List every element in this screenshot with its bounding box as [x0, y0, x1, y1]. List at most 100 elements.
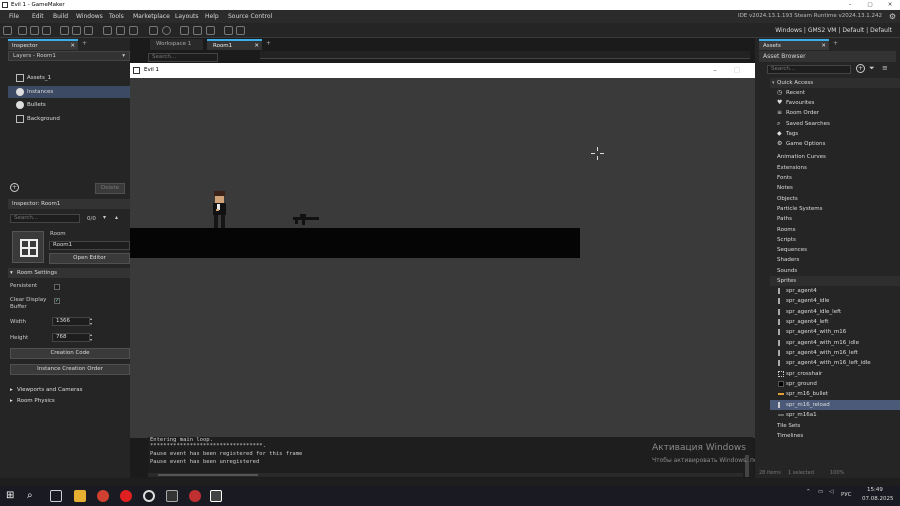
- quick-favourites[interactable]: ♥ Favourites: [770, 98, 900, 108]
- debug-icon[interactable]: [84, 26, 93, 35]
- menu-build[interactable]: Build: [53, 13, 68, 20]
- room-search-input[interactable]: Search...: [148, 53, 218, 62]
- package-icon[interactable]: [60, 26, 69, 35]
- run-icon[interactable]: [103, 26, 112, 35]
- minimize-button[interactable]: –: [840, 0, 860, 10]
- group-sequences[interactable]: Sequences: [770, 245, 900, 255]
- keyboard-language[interactable]: РУС: [841, 492, 852, 498]
- task-view-icon[interactable]: [50, 490, 62, 502]
- menu-help[interactable]: Help: [205, 13, 219, 20]
- group-objects[interactable]: Objects: [770, 194, 900, 204]
- tab-room1[interactable]: Room1 ✕: [207, 39, 262, 50]
- sprite-item[interactable]: spr_agent4_with_m16_idle: [770, 338, 900, 348]
- target-selector[interactable]: Windows | GMS2 VM | Default | Default: [775, 27, 892, 34]
- quick-tags[interactable]: ◆ Tags: [770, 129, 900, 139]
- clear-display-checkbox[interactable]: ✓: [54, 298, 60, 304]
- inspector-search-input[interactable]: Search...: [10, 214, 80, 223]
- search-icon[interactable]: ⌕: [27, 490, 39, 502]
- app-icon[interactable]: [143, 490, 155, 502]
- clean-icon[interactable]: [72, 26, 81, 35]
- save-icon[interactable]: [42, 26, 51, 35]
- home-icon[interactable]: [3, 26, 12, 35]
- sprite-item[interactable]: spr_agent4_left: [770, 317, 900, 327]
- persistent-checkbox[interactable]: [54, 284, 60, 290]
- group-timelines[interactable]: Timelines: [770, 431, 900, 441]
- layer-bullets[interactable]: Bullets: [8, 99, 130, 111]
- menu-icon[interactable]: ≡: [882, 64, 888, 72]
- sprite-item[interactable]: spr_m16_bullet: [770, 389, 900, 399]
- group-scripts[interactable]: Scripts: [770, 235, 900, 245]
- zoom-out-icon[interactable]: [206, 26, 215, 35]
- instance-creation-order-button[interactable]: Instance Creation Order: [10, 364, 130, 375]
- sprite-item-selected[interactable]: spr_m16_reload: [770, 400, 900, 410]
- height-stepper[interactable]: ▴ ▾: [90, 332, 92, 342]
- tab-workspace-1[interactable]: Workspace 1: [150, 39, 203, 50]
- sprite-item[interactable]: spr_agent4_idle_left: [770, 307, 900, 317]
- gamemaker-taskbar-icon[interactable]: [166, 490, 178, 502]
- sprite-item[interactable]: spr_agent4_with_m16_left: [770, 348, 900, 358]
- asset-search-input[interactable]: Search...: [767, 65, 851, 74]
- layer-assets[interactable]: Assets_1: [8, 72, 130, 84]
- add-asset-icon[interactable]: +: [856, 64, 865, 73]
- layout-icon[interactable]: [236, 26, 245, 35]
- menu-source-control[interactable]: Source Control: [228, 13, 272, 20]
- room-physics-section[interactable]: ▸ Room Physics: [8, 396, 130, 406]
- quick-access-group[interactable]: ▾ Quick Access: [770, 78, 900, 88]
- sprite-item[interactable]: spr_m16a1: [770, 410, 900, 420]
- add-layer-icon[interactable]: +: [10, 183, 19, 192]
- tab-inspector[interactable]: Inspector ✕: [8, 39, 78, 50]
- chrome-icon[interactable]: [97, 490, 109, 502]
- sprite-item[interactable]: spr_ground: [770, 379, 900, 389]
- open-editor-button[interactable]: Open Editor: [49, 253, 130, 264]
- layer-background[interactable]: Background: [8, 113, 130, 125]
- sprite-item[interactable]: spr_crosshair: [770, 369, 900, 379]
- room-settings-section[interactable]: ▾ Room Settings: [8, 268, 130, 278]
- clock-time[interactable]: 15:49: [867, 487, 883, 493]
- zoom-in-icon[interactable]: [193, 26, 202, 35]
- layer-instances[interactable]: Instances: [8, 86, 130, 98]
- gear-icon[interactable]: ⚙: [889, 12, 896, 21]
- viewports-section[interactable]: ▸ Viewports and Cameras: [8, 385, 130, 395]
- footer-zoom[interactable]: 100%: [830, 470, 844, 476]
- group-extensions[interactable]: Extensions: [770, 163, 900, 173]
- horizontal-scrollbar[interactable]: [148, 473, 743, 477]
- grid-icon[interactable]: [224, 26, 233, 35]
- windows-start-icon[interactable]: ⊞: [6, 490, 18, 502]
- stop-icon[interactable]: [116, 26, 125, 35]
- help-icon[interactable]: [162, 26, 171, 35]
- game-minimize-button[interactable]: –: [704, 63, 726, 78]
- quick-recent[interactable]: ◷ Recent: [770, 88, 900, 98]
- zoom-reset-icon[interactable]: [180, 26, 189, 35]
- group-rooms[interactable]: Rooms: [770, 225, 900, 235]
- add-tab-icon[interactable]: +: [266, 40, 271, 47]
- group-particle-systems[interactable]: Particle Systems: [770, 204, 900, 214]
- menu-file[interactable]: File: [9, 13, 19, 20]
- add-tab-icon[interactable]: +: [833, 40, 838, 47]
- sprite-item[interactable]: spr_agent4_with_m16_left_idle: [770, 358, 900, 368]
- close-button[interactable]: ✕: [880, 0, 900, 10]
- delete-button[interactable]: Delete: [95, 183, 125, 194]
- group-notes[interactable]: Notes: [770, 183, 900, 193]
- group-shaders[interactable]: Shaders: [770, 255, 900, 265]
- sprite-item[interactable]: spr_agent4_with_m16: [770, 327, 900, 337]
- quick-saved-searches[interactable]: ⌕ Saved Searches: [770, 119, 900, 129]
- layers-dropdown[interactable]: Layers - Room1 ▾: [8, 51, 130, 61]
- tray-chevron-icon[interactable]: ⌃: [806, 489, 811, 495]
- chevron-up-icon[interactable]: ▴: [115, 214, 118, 221]
- close-tab-icon[interactable]: ✕: [254, 41, 259, 52]
- filter-icon[interactable]: ⏷: [869, 64, 875, 73]
- recorder-icon[interactable]: [189, 490, 201, 502]
- group-tile-sets[interactable]: Tile Sets: [770, 421, 900, 431]
- add-tab-icon[interactable]: +: [82, 40, 87, 47]
- network-icon[interactable]: ▭: [818, 489, 823, 495]
- quick-room-order[interactable]: ≡ Room Order: [770, 108, 900, 118]
- quick-game-options[interactable]: ⚙ Game Options: [770, 139, 900, 149]
- target-icon[interactable]: [149, 26, 158, 35]
- sprite-item[interactable]: spr_agent4: [770, 286, 900, 296]
- group-sounds[interactable]: Sounds: [770, 266, 900, 276]
- file-explorer-icon[interactable]: [74, 490, 86, 502]
- group-paths[interactable]: Paths: [770, 214, 900, 224]
- width-stepper[interactable]: ▴ ▾: [90, 316, 92, 326]
- room-name-field[interactable]: Room1: [49, 241, 130, 250]
- volume-icon[interactable]: ◁: [829, 489, 833, 495]
